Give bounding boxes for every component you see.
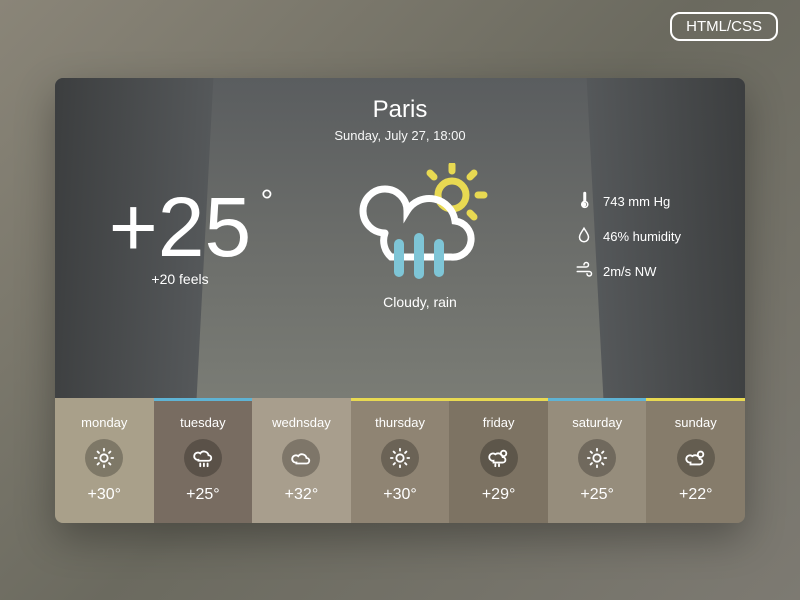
cloud-rain-sun-icon: [340, 270, 500, 287]
day-temp: +25°: [186, 486, 220, 504]
pressure-value: 743 mm Hg: [603, 194, 670, 209]
droplet-icon: [575, 226, 593, 247]
day-temp: +25°: [580, 486, 614, 504]
pressure-row: 743 mm Hg: [575, 191, 705, 212]
day-temp: +30°: [88, 486, 122, 504]
tech-badge: HTML/CSS: [670, 12, 778, 41]
day-label: sunday: [675, 415, 717, 430]
wind-icon: [575, 261, 593, 282]
cloud-sun-icon: [677, 439, 715, 477]
temperature-block: +25 ° +20 feels: [95, 185, 265, 287]
forecast-day[interactable]: sunday +22°: [646, 398, 745, 523]
weather-widget: Paris Sunday, July 27, 18:00 +25 ° +20 f…: [55, 78, 745, 523]
condition-block: Cloudy, rain: [340, 163, 500, 310]
current-panel: Paris Sunday, July 27, 18:00 +25 ° +20 f…: [55, 78, 745, 398]
forecast-day[interactable]: friday +29°: [449, 398, 548, 523]
day-label: wednsday: [272, 415, 331, 430]
forecast-day[interactable]: saturday +25°: [548, 398, 647, 523]
day-label: thursday: [375, 415, 425, 430]
condition-text: Cloudy, rain: [340, 294, 500, 310]
day-label: monday: [81, 415, 127, 430]
cloud-rain-sun-icon: [480, 439, 518, 477]
forecast-day[interactable]: monday +30°: [55, 398, 154, 523]
sun-icon: [381, 439, 419, 477]
details-block: 743 mm Hg 46% humidity 2m/s NW: [575, 191, 705, 282]
temperature-value: +25 °: [109, 185, 252, 269]
cloud-rain-icon: [184, 439, 222, 477]
wind-row: 2m/s NW: [575, 261, 705, 282]
cloud-icon: [282, 439, 320, 477]
day-temp: +22°: [679, 486, 713, 504]
forecast-row: monday +30° tuesday +25° wednsday +32° t…: [55, 398, 745, 523]
day-label: saturday: [572, 415, 622, 430]
day-temp: +30°: [383, 486, 417, 504]
date-time: Sunday, July 27, 18:00: [85, 128, 715, 143]
day-temp: +29°: [482, 486, 516, 504]
humidity-row: 46% humidity: [575, 226, 705, 247]
thermometer-icon: [575, 191, 593, 212]
forecast-day[interactable]: wednsday +32°: [252, 398, 351, 523]
degree-symbol: °: [260, 185, 273, 217]
humidity-value: 46% humidity: [603, 229, 681, 244]
forecast-day[interactable]: thursday +30°: [351, 398, 450, 523]
sun-icon: [85, 439, 123, 477]
header: Paris Sunday, July 27, 18:00: [85, 96, 715, 143]
wind-value: 2m/s NW: [603, 264, 656, 279]
sun-icon: [578, 439, 616, 477]
city-name: Paris: [85, 96, 715, 124]
day-label: friday: [483, 415, 515, 430]
day-temp: +32°: [285, 486, 319, 504]
day-label: tuesday: [180, 415, 226, 430]
temperature-number: +25: [109, 180, 252, 274]
forecast-day[interactable]: tuesday +25°: [154, 398, 253, 523]
